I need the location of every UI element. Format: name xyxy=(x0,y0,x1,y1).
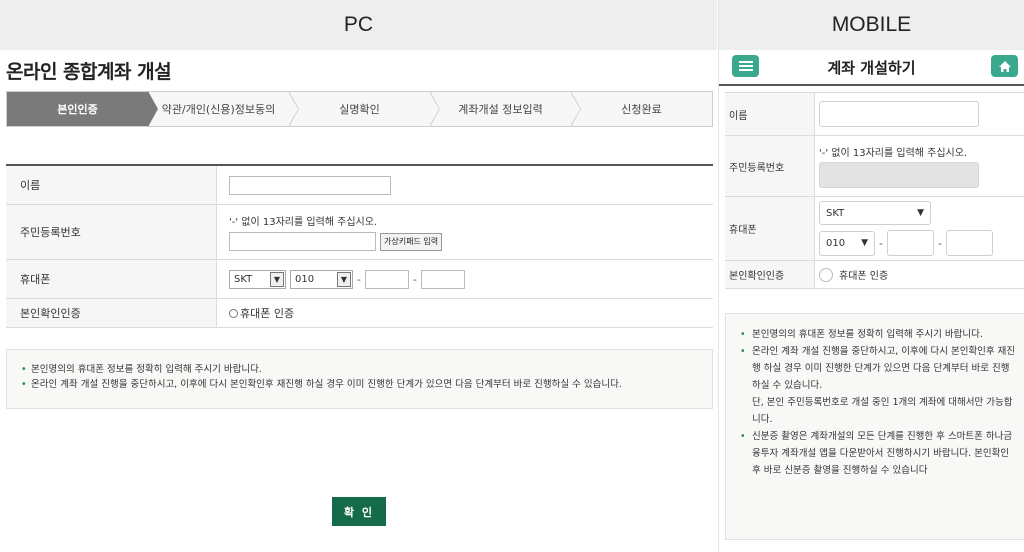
rrn-row: 주민등록번호 '-' 없이 13자리를 입력해 주십시오. xyxy=(725,136,1024,197)
step-progress: 본인인증 약관/개인(신용)정보동의 실명확인 계좌개설 정보입력 신청완료 xyxy=(6,91,713,127)
name-label: 이름 xyxy=(725,93,815,135)
mobile-title: 계좌 개설하기 xyxy=(827,58,916,77)
phone-label: 휴대폰 xyxy=(725,197,815,260)
step-label: 신청완료 xyxy=(621,103,662,116)
caret-down-icon: ▼ xyxy=(861,238,868,248)
auth-label: 본인확인인증 xyxy=(6,299,217,327)
home-icon xyxy=(998,60,1011,72)
step-3: 실명확인 xyxy=(289,91,440,127)
radio-icon xyxy=(819,267,833,282)
name-row: 이름 xyxy=(725,93,1024,136)
phone-auth-radio[interactable]: 휴대폰 인증 xyxy=(819,267,1024,282)
mobile-label: MOBILE xyxy=(719,0,1024,50)
rrn-row: 주민등록번호 '-' 없이 13자리를 입력해 주십시오. 가상키패드 입력 xyxy=(6,205,713,260)
step-label: 약관/개인(신용)정보동의 xyxy=(161,103,276,116)
step-5: 신청완료 xyxy=(571,92,712,126)
radio-icon xyxy=(229,308,238,318)
dash: - xyxy=(937,236,942,250)
rrn-hint: '-' 없이 13자리를 입력해 주십시오. xyxy=(229,217,378,228)
name-input[interactable] xyxy=(229,175,391,195)
phone-middle-input[interactable] xyxy=(364,269,409,289)
carrier-select[interactable]: SKT ▼ xyxy=(229,269,286,289)
mobile-header: 계좌 개설하기 xyxy=(719,50,1024,86)
prefix-value: 010 xyxy=(826,237,846,249)
notice-item: 온라인 계좌 개설 진행을 중단하시고, 이후에 다시 본인확인후 재진행 하실… xyxy=(740,343,1016,394)
pc-panel: PC 온라인 종합계좌 개설 본인인증 약관/개인(신용)정보동의 실명확인 계… xyxy=(0,0,717,552)
name-label: 이름 xyxy=(6,166,217,204)
home-button[interactable] xyxy=(991,55,1018,77)
dash: - xyxy=(412,272,417,286)
step-label: 본인인증 xyxy=(57,103,98,116)
step-2: 약관/개인(신용)정보동의 xyxy=(148,91,299,127)
notice-subitem: 단, 본인 주민등록번호로 개설 중인 1개의 계좌에 대해서만 가능합니다. xyxy=(752,397,1013,425)
auth-row: 본인확인인증 휴대폰 인증 xyxy=(6,299,713,328)
notice-item: 온라인 계좌 개설 진행을 중단하시고, 이후에 다시 본인확인후 재진행 하실… xyxy=(21,377,698,392)
auth-label: 본인확인인증 xyxy=(725,261,815,288)
step-1: 본인인증 xyxy=(7,91,158,127)
phone-prefix-select[interactable]: 010 ▼ xyxy=(819,230,875,256)
phone-middle-input[interactable] xyxy=(886,230,934,256)
step-label: 실명확인 xyxy=(339,103,380,116)
phone-prefix-select[interactable]: 010 ▼ xyxy=(290,269,353,289)
menu-button[interactable] xyxy=(732,55,759,77)
notice-box: 본인명의의 휴대폰 정보를 정확히 입력해 주시기 바랍니다. 온라인 계좌 개… xyxy=(6,349,713,409)
chevron-down-icon: ▼ xyxy=(337,271,351,287)
phone-last-input[interactable] xyxy=(945,230,993,256)
mobile-notice-box: 본인명의의 휴대폰 정보를 정확히 입력해 주시기 바랍니다. 온라인 계좌 개… xyxy=(725,313,1024,540)
pc-label: PC xyxy=(0,0,717,50)
phone-auth-radio[interactable]: 휴대폰 인증 xyxy=(229,305,713,321)
name-row: 이름 xyxy=(6,166,713,205)
carrier-value: SKT xyxy=(826,207,845,219)
page-title: 온라인 종합계좌 개설 xyxy=(6,61,172,83)
virtual-keypad-button[interactable]: 가상키패드 입력 xyxy=(380,232,443,251)
chevron-down-icon: ▼ xyxy=(270,271,284,287)
carrier-value: SKT xyxy=(234,273,253,285)
menu-icon xyxy=(738,61,753,71)
radio-label: 휴대폰 인증 xyxy=(240,307,295,320)
phone-label: 휴대폰 xyxy=(6,260,217,298)
rrn-hint: '-' 없이 13자리를 입력해 주십시오. xyxy=(819,148,968,159)
notice-item: 본인명의의 휴대폰 정보를 정확히 입력해 주시기 바랍니다. xyxy=(740,326,1016,343)
prefix-value: 010 xyxy=(295,273,315,285)
rrn-label: 주민등록번호 xyxy=(6,205,217,259)
rrn-input[interactable] xyxy=(229,232,376,251)
phone-row: 휴대폰 SKT ▼ 010 ▼ - - xyxy=(6,260,713,299)
step-label: 계좌개설 정보입력 xyxy=(458,103,543,116)
mobile-panel: MOBILE 계좌 개설하기 이름 주민등록번호 '-' 없이 13자리를 입력… xyxy=(718,0,1024,552)
notice-item: 본인명의의 휴대폰 정보를 정확히 입력해 주시기 바랍니다. xyxy=(21,362,698,377)
rrn-input[interactable] xyxy=(819,162,979,188)
mobile-identity-form: 이름 주민등록번호 '-' 없이 13자리를 입력해 주십시오. 휴대폰 SKT… xyxy=(725,92,1024,289)
radio-label: 휴대폰 인증 xyxy=(839,271,889,282)
caret-down-icon: ▼ xyxy=(917,208,924,218)
step-4: 계좌개설 정보입력 xyxy=(430,91,581,127)
rrn-label: 주민등록번호 xyxy=(725,136,815,196)
dash: - xyxy=(879,236,883,250)
phone-last-input[interactable] xyxy=(420,269,465,289)
carrier-select[interactable]: SKT ▼ xyxy=(819,201,931,225)
notice-item: 신분증 촬영은 계좌개설의 모든 단계를 진행한 후 스마트폰 하나금융투자 계… xyxy=(740,428,1016,479)
confirm-button[interactable]: 확 인 xyxy=(332,497,386,526)
identity-form: 이름 주민등록번호 '-' 없이 13자리를 입력해 주십시오. 가상키패드 입… xyxy=(6,164,713,328)
dash: - xyxy=(357,272,361,286)
auth-row: 본인확인인증 휴대폰 인증 xyxy=(725,261,1024,289)
phone-row: 휴대폰 SKT ▼ 010 ▼ - - xyxy=(725,197,1024,261)
name-input[interactable] xyxy=(819,101,979,127)
